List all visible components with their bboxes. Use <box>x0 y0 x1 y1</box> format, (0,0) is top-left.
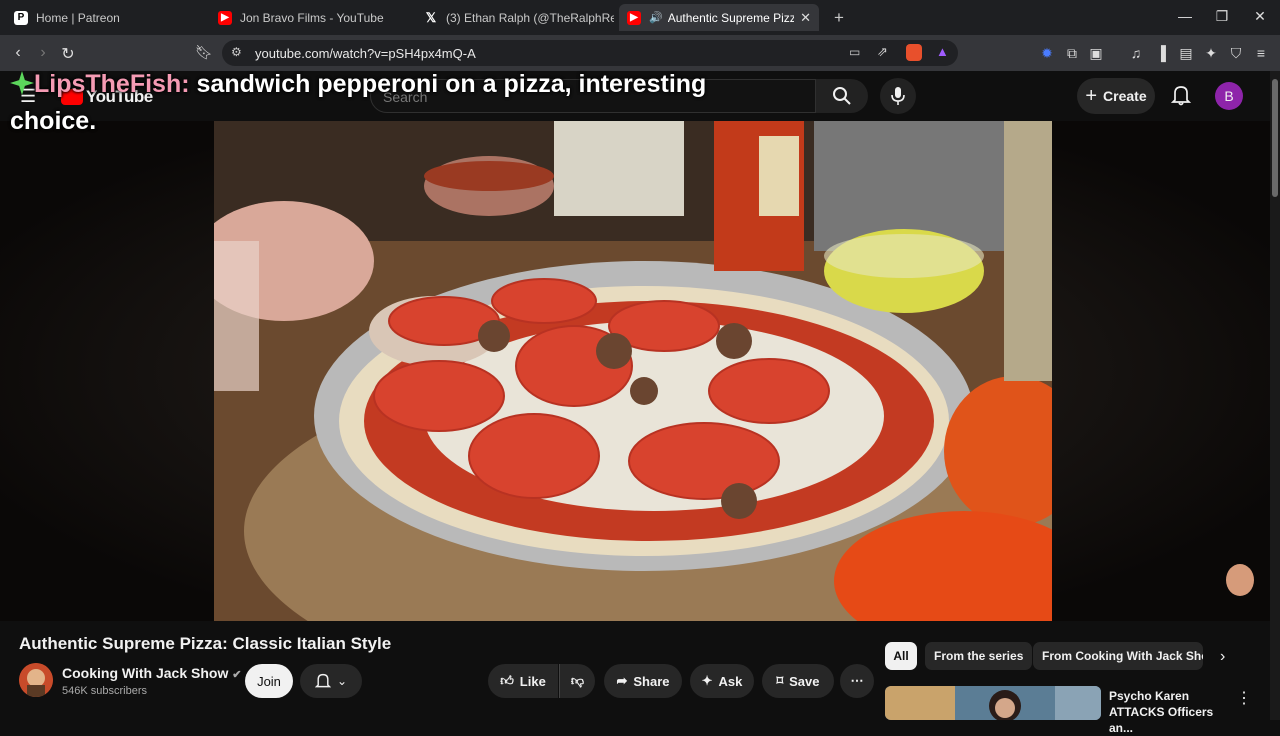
close-window-icon[interactable]: ✕ <box>1250 8 1270 25</box>
microphone-icon <box>891 87 905 105</box>
address-bar[interactable]: ⚙ youtube.com/watch?v=pSH4px4mQ-A ▭ ⇗ ▲ <box>222 40 958 66</box>
channel-name[interactable]: Cooking With Jack Show ✔ <box>62 665 241 681</box>
video-frame[interactable] <box>214 121 1052 621</box>
reload-icon[interactable]: ↻ <box>58 44 78 64</box>
tab-title: Authentic Supreme Pizza: Cla <box>667 10 795 25</box>
youtube-icon: ▶ <box>218 10 232 25</box>
minimize-icon[interactable]: — <box>1175 8 1195 24</box>
x-icon: 𝕏 <box>425 9 437 25</box>
shield-icon[interactable]: ⛉ <box>1227 45 1245 62</box>
reader-icon[interactable]: ▣ <box>1087 45 1105 62</box>
sparkle-icon: ✦ <box>701 673 713 688</box>
recommendation-thumbnail[interactable] <box>885 686 1101 720</box>
tab-title: Home | Patreon <box>36 10 120 25</box>
video-title: Authentic Supreme Pizza: Classic Italian… <box>19 634 392 653</box>
tab-title: (3) Ethan Ralph (@TheRalphRetort) / <box>446 10 614 25</box>
extensions-icon[interactable]: ⧉ <box>1063 45 1081 62</box>
url-text: youtube.com/watch?v=pSH4px4mQ-A <box>255 46 476 61</box>
more-vertical-icon[interactable]: ⋮ <box>1236 688 1252 708</box>
chat-overlay: LipsTheFish: sandwich pepperoni on a piz… <box>10 66 770 140</box>
search-icon <box>833 87 851 105</box>
tab-title: Jon Bravo Films - YouTube <box>240 10 384 25</box>
plus-icon: + <box>1085 84 1098 107</box>
brave-rewards-icon[interactable]: ▲ <box>936 44 949 59</box>
like-button[interactable]: 👍︎ Like <box>488 664 558 698</box>
video-still-pizza <box>214 121 1052 621</box>
search-button[interactable] <box>816 79 868 113</box>
vpn-icon[interactable]: ✹ <box>1038 45 1056 62</box>
channel-avatar[interactable] <box>19 663 53 697</box>
tab-patreon[interactable]: P Home | Patreon <box>6 4 206 31</box>
share-label: Share <box>633 673 670 689</box>
tab-jon-bravo[interactable]: ▶ Jon Bravo Films - YouTube <box>210 4 410 31</box>
close-tab-icon[interactable]: ✕ <box>794 10 811 26</box>
channel-name-text: Cooking With Jack Show <box>62 665 229 681</box>
verified-icon: ✔ <box>232 669 242 681</box>
create-button[interactable]: + Create <box>1077 78 1155 114</box>
tab-active-pizza[interactable]: ▶ 🔊 Authentic Supreme Pizza: Cla ✕ <box>619 4 819 31</box>
chevron-down-icon: ⌄ <box>336 674 348 688</box>
new-tab-button[interactable]: + <box>826 4 852 31</box>
recommendation-title[interactable]: Psycho Karen ATTACKS Officers an... <box>1109 688 1234 736</box>
tab-ethan-ralph[interactable]: 𝕏 (3) Ethan Ralph (@TheRalphRetort) / <box>416 4 614 31</box>
chat-username: LipsTheFish: <box>34 70 190 98</box>
voice-search-button[interactable] <box>880 78 916 114</box>
ask-button[interactable]: ✦ Ask <box>690 664 754 698</box>
like-label: Like <box>519 673 546 689</box>
join-button[interactable]: Join <box>245 664 293 698</box>
forward-icon[interactable]: › <box>33 44 53 62</box>
save-button[interactable]: ⌑ Save <box>762 664 834 698</box>
bell-icon <box>314 673 331 688</box>
chevron-right-icon[interactable]: › <box>1220 648 1225 666</box>
bell-icon <box>1171 86 1191 106</box>
cast-icon[interactable]: ▭ <box>849 45 860 59</box>
subscriber-count: 546K subscribers <box>62 685 147 697</box>
thumbs-down-icon: 👎︎ <box>570 673 585 688</box>
sidebar-icon[interactable]: ▐ <box>1152 45 1170 61</box>
media-icon[interactable]: ♫ <box>1127 45 1145 61</box>
chat-badge-icon <box>10 71 34 95</box>
channel-avatar-image <box>19 663 53 697</box>
create-label: Create <box>1103 88 1147 104</box>
chip-from-series[interactable]: From the series <box>925 642 1033 670</box>
chip-from-channel[interactable]: From Cooking With Jack Show <box>1033 642 1203 670</box>
site-info-icon[interactable]: ⚙ <box>231 45 242 59</box>
more-actions-button[interactable]: ⋯ <box>840 664 874 698</box>
leo-ai-icon[interactable]: ✦ <box>1202 45 1220 62</box>
thumbs-up-icon: 👍︎ <box>500 673 514 688</box>
youtube-icon: ▶ <box>627 10 641 25</box>
share-button[interactable]: ➦ Share <box>604 664 682 698</box>
ask-label: Ask <box>718 673 743 689</box>
scrollbar-thumb[interactable] <box>1272 79 1278 197</box>
subscribed-notifications-button[interactable]: ⌄ <box>300 664 362 698</box>
notifications-button[interactable] <box>1171 84 1191 106</box>
share-arrow-icon: ➦ <box>616 673 628 688</box>
video-player[interactable] <box>0 121 1270 621</box>
back-icon[interactable]: ‹ <box>8 44 28 62</box>
account-avatar[interactable]: B <box>1215 82 1243 110</box>
menu-icon[interactable]: ≡ <box>1252 45 1270 61</box>
recommendation-thumbnail-image <box>885 686 1101 720</box>
save-label: Save <box>789 673 820 689</box>
share-page-icon[interactable]: ⇗ <box>877 44 888 60</box>
wallet-icon[interactable]: ▤ <box>1177 45 1195 62</box>
page-scrollbar[interactable] <box>1270 71 1280 720</box>
audio-playing-icon[interactable]: 🔊 <box>649 11 663 24</box>
streamer-emote-icon <box>1226 564 1254 596</box>
maximize-icon[interactable]: ❐ <box>1212 8 1232 25</box>
brave-shield-icon[interactable] <box>906 44 922 61</box>
browser-tab-bar: P Home | Patreon ▶ Jon Bravo Films - You… <box>0 0 1280 35</box>
dislike-button[interactable]: 👎︎ <box>559 664 595 698</box>
more-horizontal-icon: ⋯ <box>850 673 864 688</box>
patreon-icon: P <box>14 10 28 25</box>
bookmark-icon[interactable]: 🔖︎ <box>194 44 214 61</box>
bookmark-icon: ⌑ <box>776 673 784 688</box>
chip-all[interactable]: All <box>885 642 917 670</box>
